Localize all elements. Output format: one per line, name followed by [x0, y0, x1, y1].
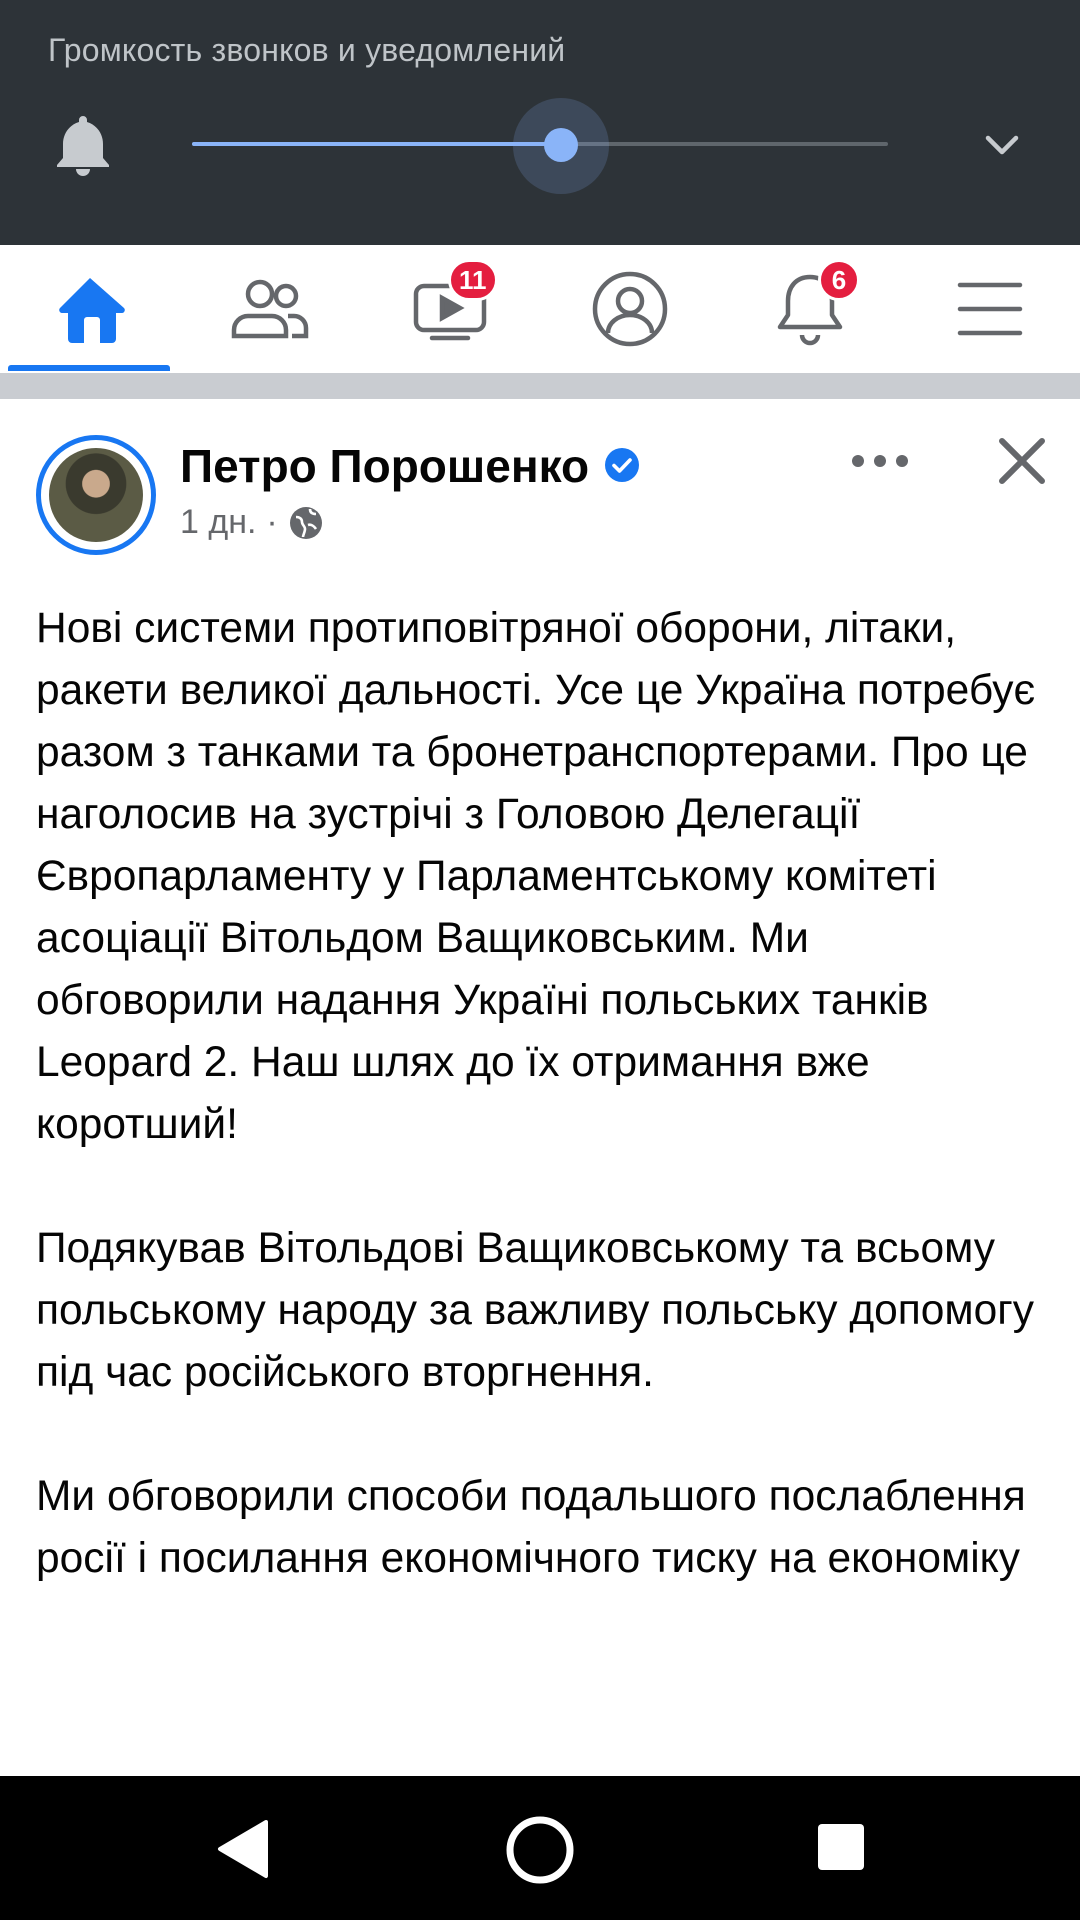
close-icon[interactable] [994, 433, 1050, 489]
bell-icon[interactable] [54, 112, 112, 178]
tab-friends[interactable] [190, 245, 350, 373]
author-avatar[interactable] [36, 435, 156, 555]
more-options-icon[interactable] [848, 443, 912, 479]
facebook-top-nav: 11 6 [0, 245, 1080, 373]
home-icon [59, 278, 125, 343]
tab-notifications[interactable]: 6 [730, 245, 890, 373]
verified-badge-icon [605, 448, 639, 482]
tab-menu[interactable] [910, 245, 1070, 373]
volume-slider-thumb[interactable] [543, 128, 578, 162]
volume-title: Громкость звонков и уведомлений [48, 32, 566, 68]
profile-icon [592, 271, 668, 347]
recents-icon[interactable] [816, 1822, 866, 1872]
tab-profile[interactable] [550, 245, 710, 373]
feed-divider [0, 373, 1080, 399]
volume-panel: Громкость звонков и уведомлений [0, 0, 1080, 245]
post-time[interactable]: 1 дн. [180, 503, 256, 542]
post-paragraph: Ми обговорили способи подальшого послабл… [36, 1473, 1026, 1582]
home-circle-icon[interactable] [504, 1814, 576, 1886]
tab-watch[interactable]: 11 [370, 245, 530, 373]
post-paragraph: Нові системи протиповітряної оборони, лі… [36, 605, 1036, 1148]
menu-icon [957, 282, 1023, 336]
watch-badge: 11 [448, 259, 498, 301]
volume-slider-fill [192, 142, 561, 146]
globe-icon [289, 506, 322, 539]
tab-home[interactable] [10, 245, 170, 373]
avatar-photo [49, 448, 143, 542]
active-tab-indicator [8, 365, 170, 371]
back-icon[interactable] [214, 1818, 272, 1880]
post-paragraph: Подякував Вітольдові Ващиковському та вс… [36, 1225, 1035, 1396]
android-navigation-bar [0, 1776, 1080, 1920]
friends-icon [231, 279, 309, 339]
chevron-down-icon[interactable] [980, 128, 1024, 164]
author-name[interactable]: Петро Порошенко [180, 439, 589, 493]
notifications-badge: 6 [818, 259, 860, 301]
meta-separator: · [266, 503, 278, 541]
post-text: Нові системи протиповітряної оборони, лі… [36, 598, 1046, 1652]
post-meta: 1 дн. · [180, 503, 324, 542]
post-header: Петро Порошенко 1 дн. · [0, 399, 1080, 579]
